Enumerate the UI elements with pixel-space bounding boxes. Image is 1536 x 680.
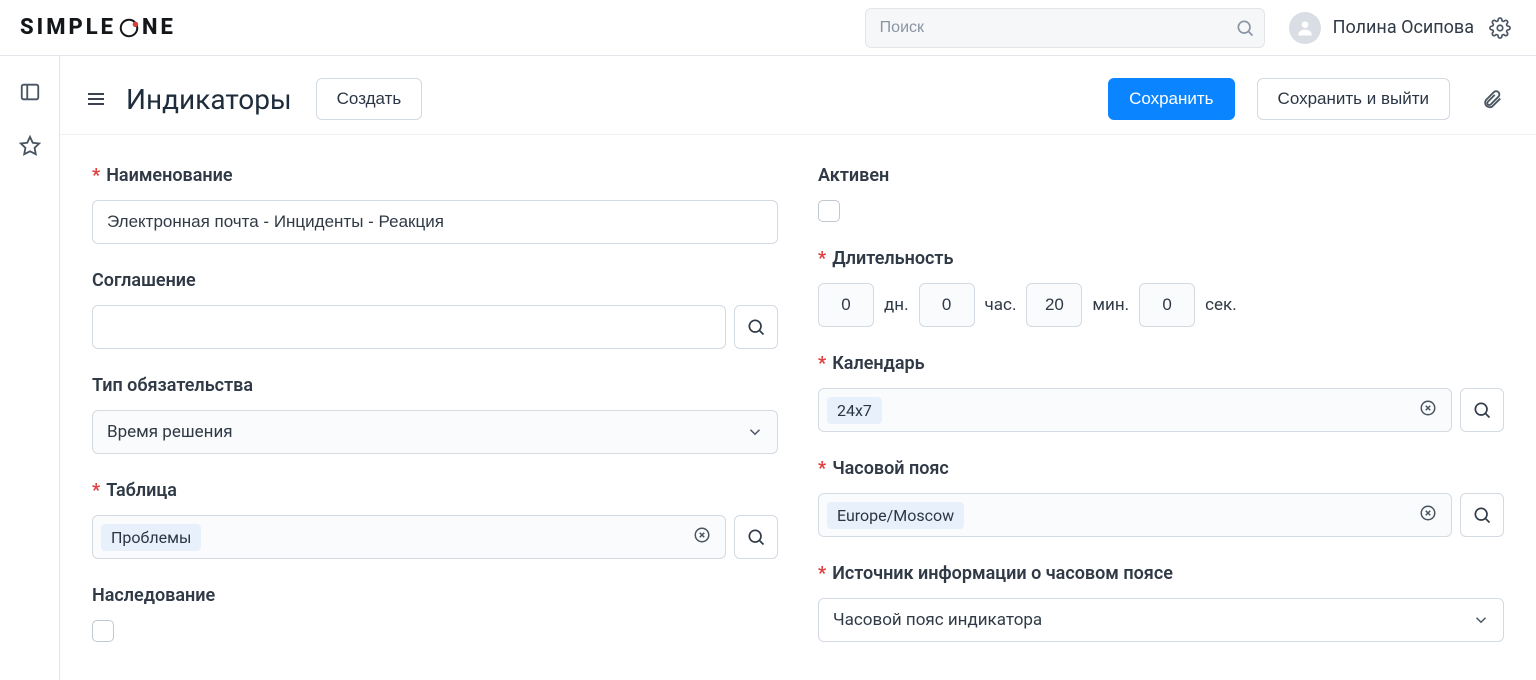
create-button[interactable]: Создать	[316, 78, 423, 120]
timezone-lookup-button[interactable]	[1460, 493, 1504, 537]
calendar-chip: 24x7	[827, 397, 882, 424]
page-title: Индикаторы	[126, 83, 292, 116]
menu-icon[interactable]	[82, 85, 110, 113]
logo: SIMPLE NE	[20, 15, 176, 40]
duration-seconds-unit: сек.	[1205, 295, 1237, 315]
panel-icon[interactable]	[18, 80, 42, 104]
table-label: Таблица	[106, 480, 177, 501]
global-search[interactable]	[865, 8, 1265, 48]
inheritance-label: Наследование	[92, 585, 215, 606]
timezone-input[interactable]: Europe/Moscow	[818, 493, 1452, 537]
timezone-clear-icon[interactable]	[1419, 504, 1441, 526]
duration-days[interactable]	[818, 283, 874, 327]
tz-source-label: Источник информации о часовом поясе	[832, 563, 1173, 584]
field-timezone: *Часовой пояс Europe/Moscow	[818, 458, 1504, 537]
calendar-lookup-button[interactable]	[1460, 388, 1504, 432]
table-clear-icon[interactable]	[693, 526, 715, 548]
commitment-type-select[interactable]: Время решения	[92, 410, 778, 454]
table-input[interactable]: Проблемы	[92, 515, 726, 559]
agreement-input[interactable]	[92, 305, 726, 349]
logo-circle-icon	[117, 16, 141, 40]
tz-source-select[interactable]: Часовой пояс индикатора	[818, 598, 1504, 642]
field-active: Активен	[818, 165, 1504, 222]
tz-source-value: Часовой пояс индикатора	[833, 610, 1042, 630]
form: *Наименование Соглашение Тип обязательст…	[60, 135, 1536, 680]
attachment-icon[interactable]	[1480, 87, 1504, 111]
calendar-clear-icon[interactable]	[1419, 399, 1441, 421]
field-name: *Наименование	[92, 165, 778, 244]
duration-minutes[interactable]	[1026, 283, 1082, 327]
topbar: SIMPLE NE Полина Осипова	[0, 0, 1536, 56]
calendar-input[interactable]: 24x7	[818, 388, 1452, 432]
duration-hours[interactable]	[919, 283, 975, 327]
inheritance-checkbox[interactable]	[92, 620, 114, 642]
save-button[interactable]: Сохранить	[1108, 78, 1234, 120]
left-rail	[0, 56, 60, 680]
field-duration: *Длительность дн. час. мин. сек.	[818, 248, 1504, 327]
active-label: Активен	[818, 165, 889, 186]
table-chip: Проблемы	[101, 524, 201, 551]
field-table: *Таблица Проблемы	[92, 480, 778, 559]
field-inheritance: Наследование	[92, 585, 778, 642]
user-block[interactable]: Полина Осипова	[1289, 12, 1474, 44]
gear-icon[interactable]	[1488, 16, 1512, 40]
page-header: Индикаторы Создать Сохранить Сохранить и…	[60, 56, 1536, 135]
commitment-type-value: Время решения	[107, 422, 233, 442]
active-checkbox[interactable]	[818, 200, 840, 222]
search-icon[interactable]	[1231, 14, 1259, 42]
agreement-lookup-button[interactable]	[734, 305, 778, 349]
user-name: Полина Осипова	[1333, 17, 1474, 38]
timezone-chip: Europe/Moscow	[827, 502, 964, 529]
duration-days-unit: дн.	[884, 295, 909, 315]
calendar-label: Календарь	[832, 353, 924, 374]
name-input[interactable]	[92, 200, 778, 244]
field-commitment-type: Тип обязательства Время решения	[92, 375, 778, 454]
duration-label: Длительность	[832, 248, 953, 269]
form-left-column: *Наименование Соглашение Тип обязательст…	[92, 165, 778, 642]
field-agreement: Соглашение	[92, 270, 778, 349]
chevron-down-icon	[746, 423, 764, 441]
name-label: Наименование	[106, 165, 232, 186]
save-exit-button[interactable]: Сохранить и выйти	[1257, 78, 1450, 120]
duration-hours-unit: час.	[985, 295, 1017, 315]
chevron-down-icon	[1472, 611, 1490, 629]
field-calendar: *Календарь 24x7	[818, 353, 1504, 432]
search-input[interactable]	[865, 8, 1265, 48]
star-icon[interactable]	[18, 134, 42, 158]
commitment-type-label: Тип обязательства	[92, 375, 253, 396]
avatar	[1289, 12, 1321, 44]
table-lookup-button[interactable]	[734, 515, 778, 559]
duration-seconds[interactable]	[1139, 283, 1195, 327]
timezone-label: Часовой пояс	[832, 458, 949, 479]
form-right-column: Активен *Длительность дн. час. мин. сек.	[818, 165, 1504, 642]
field-tz-source: *Источник информации о часовом поясе Час…	[818, 563, 1504, 642]
agreement-label: Соглашение	[92, 270, 196, 291]
duration-minutes-unit: мин.	[1092, 295, 1129, 315]
